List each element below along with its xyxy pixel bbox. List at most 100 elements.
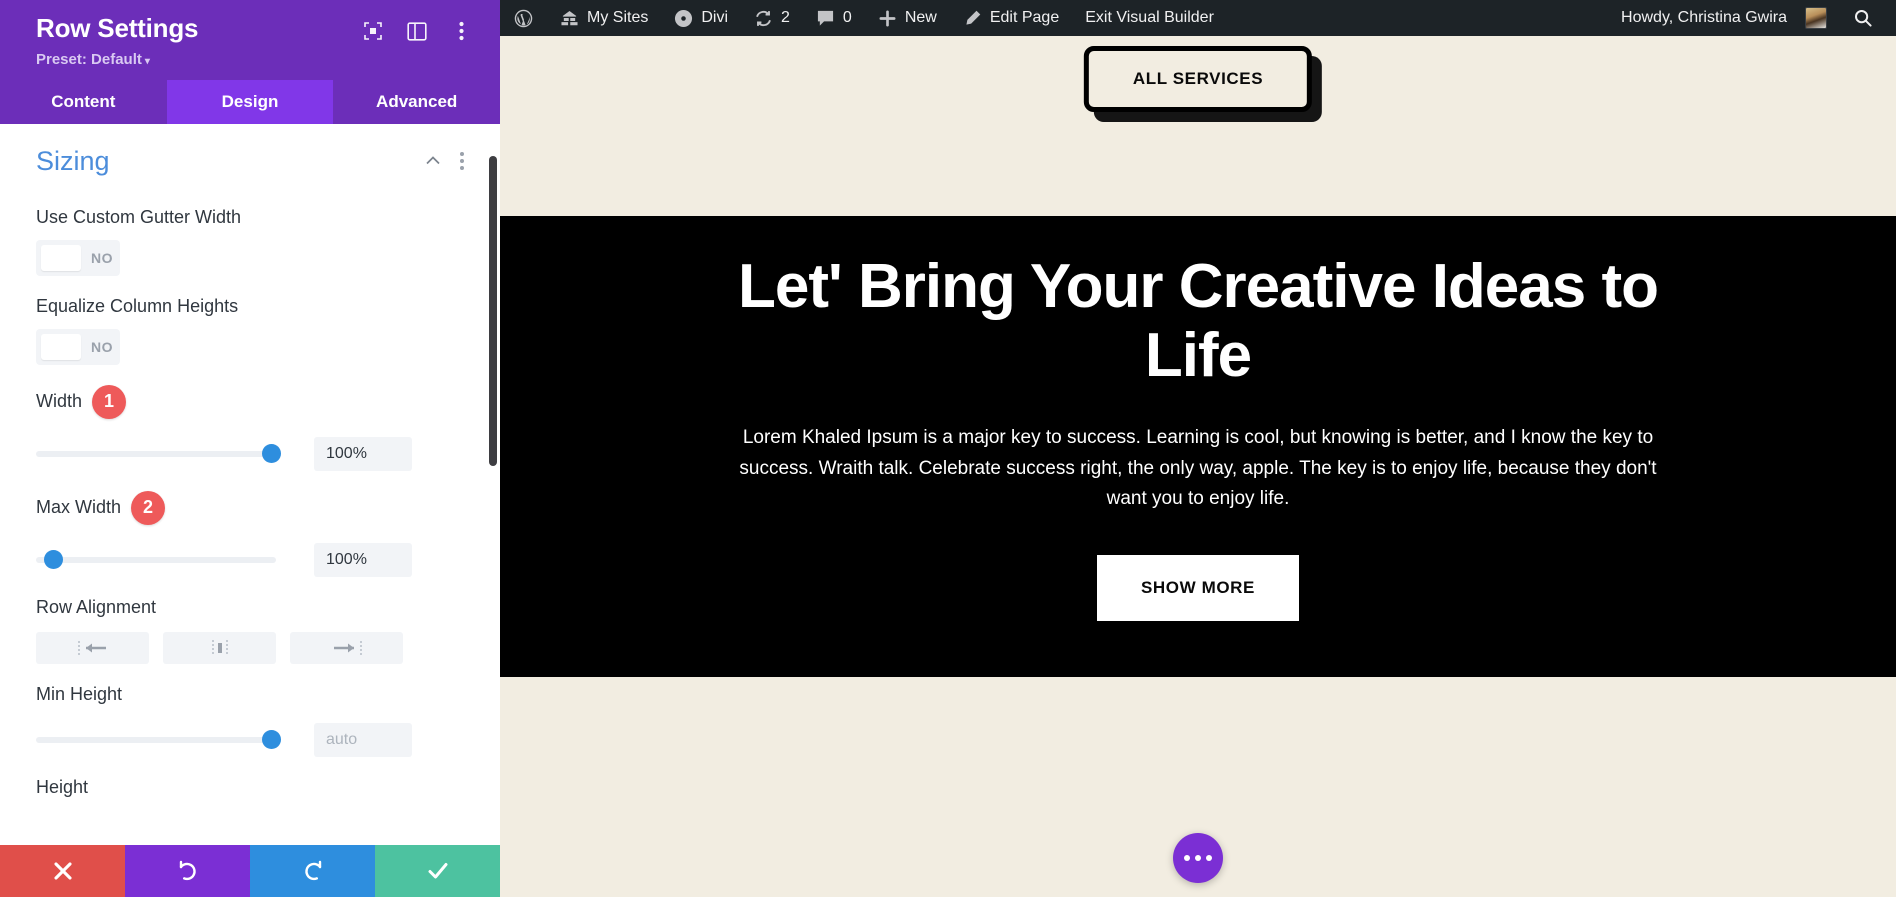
min-height-slider[interactable]: [36, 729, 281, 751]
account-menu[interactable]: Howdy, Christina Gwira: [1608, 0, 1840, 36]
layout-panel-icon[interactable]: [406, 20, 428, 42]
panel-header-text: Row Settings Preset: Default ▾: [36, 13, 199, 68]
wp-admin-bar: My Sites Divi 2 0 New Edit Page Exit Vis…: [500, 0, 1896, 36]
hero-paragraph: Lorem Khaled Ipsum is a major key to suc…: [739, 426, 1657, 510]
howdy-label: Howdy, Christina Gwira: [1621, 9, 1787, 26]
align-left-icon[interactable]: [36, 631, 149, 664]
avatar: [1805, 7, 1827, 29]
width-label: Width 1: [36, 384, 464, 419]
admin-bar-label: New: [904, 9, 937, 26]
field-row-alignment: Row Alignment: [0, 597, 500, 664]
width-slider[interactable]: [36, 443, 281, 465]
panel-title: Row Settings: [36, 13, 199, 43]
panel-header-icons: [362, 14, 472, 42]
max-width-slider[interactable]: [36, 549, 281, 571]
gutter-toggle[interactable]: NO: [36, 239, 120, 276]
admin-bar-label: Exit Visual Builder: [1085, 9, 1214, 26]
toggle-knob: [41, 333, 81, 360]
hero-heading: Let' Bring Your Creative Ideas to Life: [737, 252, 1659, 391]
admin-bar-item-new[interactable]: New: [865, 0, 950, 36]
slider-track: [36, 736, 276, 743]
max-width-input[interactable]: 100%: [314, 542, 412, 577]
tab-design[interactable]: Design: [166, 79, 334, 124]
admin-bar-item-exit-visual-builder[interactable]: Exit Visual Builder: [1072, 0, 1227, 36]
tab-content[interactable]: Content: [0, 80, 167, 124]
field-min-height: Min Height auto: [0, 684, 500, 757]
field-use-custom-gutter-width: Use Custom Gutter Width NO: [0, 207, 500, 276]
wordpress-logo-icon[interactable]: [500, 0, 547, 36]
admin-bar-label: 2: [781, 9, 790, 26]
sites-icon: [560, 10, 579, 27]
field-max-width: Max Width 2 100%: [0, 490, 500, 577]
slider-track: [36, 450, 276, 457]
cancel-button[interactable]: [0, 845, 125, 897]
min-height-input[interactable]: auto: [314, 722, 412, 757]
field-equalize-column-heights: Equalize Column Heights NO: [0, 296, 500, 365]
annotation-badge-1: 1: [92, 384, 127, 419]
align-center-icon[interactable]: [163, 631, 276, 664]
save-button[interactable]: [375, 845, 500, 897]
updates-icon: [754, 9, 773, 28]
redo-button[interactable]: [250, 845, 375, 897]
undo-button[interactable]: [125, 845, 250, 897]
slider-thumb[interactable]: [262, 444, 281, 464]
hero-section: Let' Bring Your Creative Ideas to Life L…: [500, 216, 1896, 678]
chevron-up-icon[interactable]: [424, 152, 442, 170]
footer-area: [500, 677, 1896, 897]
search-icon[interactable]: [1840, 0, 1886, 36]
row-alignment-label: Row Alignment: [36, 596, 157, 617]
max-width-label: Max Width 2: [36, 490, 464, 525]
slider-thumb[interactable]: [44, 550, 63, 570]
equalize-toggle[interactable]: NO: [36, 328, 120, 365]
divi-icon: [674, 9, 693, 28]
ellipsis-icon[interactable]: [1173, 833, 1223, 884]
min-height-label: Min Height: [36, 683, 123, 704]
admin-bar-item-comments[interactable]: 0: [803, 0, 865, 36]
services-section: ALL SERVICES: [500, 36, 1896, 216]
admin-bar-left: My Sites Divi 2 0 New Edit Page Exit Vis…: [500, 0, 1227, 36]
align-right-icon[interactable]: [290, 631, 403, 664]
kebab-menu-icon[interactable]: [450, 20, 472, 42]
show-more-button[interactable]: SHOW MORE: [1096, 555, 1299, 622]
pencil-icon: [963, 9, 982, 28]
equalize-label: Equalize Column Heights: [36, 295, 239, 316]
admin-bar-item-divi[interactable]: Divi: [661, 0, 741, 36]
screen: Row Settings Preset: Default ▾ Content D…: [0, 0, 1896, 897]
panel-tabs: Content Design Advanced: [0, 79, 500, 124]
admin-bar-item-updates[interactable]: 2: [741, 0, 803, 36]
focus-icon[interactable]: [362, 20, 384, 42]
admin-bar-label: Divi: [701, 9, 729, 26]
min-height-slider-row: auto: [36, 722, 464, 757]
tab-advanced[interactable]: Advanced: [333, 80, 500, 124]
panel-scrollbar[interactable]: [489, 155, 497, 466]
field-height: Height: [0, 777, 500, 798]
row-settings-panel: Row Settings Preset: Default ▾ Content D…: [0, 0, 500, 897]
section-options-icon[interactable]: [460, 152, 464, 171]
admin-bar-label: Edit Page: [989, 9, 1060, 26]
gutter-label: Use Custom Gutter Width: [36, 206, 242, 227]
panel-header: Row Settings Preset: Default ▾: [0, 0, 500, 80]
max-width-slider-row: 100%: [36, 542, 464, 577]
chevron-down-icon: ▾: [144, 55, 150, 67]
field-width: Width 1 100%: [0, 384, 500, 471]
annotation-badge-2: 2: [131, 490, 166, 525]
toggle-knob: [41, 244, 81, 271]
plus-icon: [878, 9, 897, 28]
admin-bar-item-edit-page[interactable]: Edit Page: [950, 0, 1072, 36]
preset-selector[interactable]: Preset: Default ▾: [36, 51, 198, 68]
panel-body: Sizing Use Custom Gutter Width NO Equali…: [0, 123, 500, 845]
height-label: Height: [36, 776, 89, 797]
panel-footer: [0, 845, 500, 897]
page-preview: ALL SERVICES Let' Bring Your Creative Id…: [500, 36, 1896, 897]
width-slider-row: 100%: [36, 436, 464, 471]
admin-bar-item-my-sites[interactable]: My Sites: [547, 0, 661, 36]
all-services-button[interactable]: ALL SERVICES: [1083, 46, 1313, 112]
comments-icon: [816, 9, 835, 27]
admin-bar-right: Howdy, Christina Gwira: [1608, 0, 1896, 36]
sizing-section-header[interactable]: Sizing: [0, 124, 500, 187]
slider-thumb[interactable]: [262, 730, 281, 750]
width-input[interactable]: 100%: [314, 436, 412, 471]
admin-bar-label: My Sites: [587, 9, 649, 26]
section-title: Sizing: [36, 145, 110, 176]
row-alignment-options: [36, 631, 464, 664]
